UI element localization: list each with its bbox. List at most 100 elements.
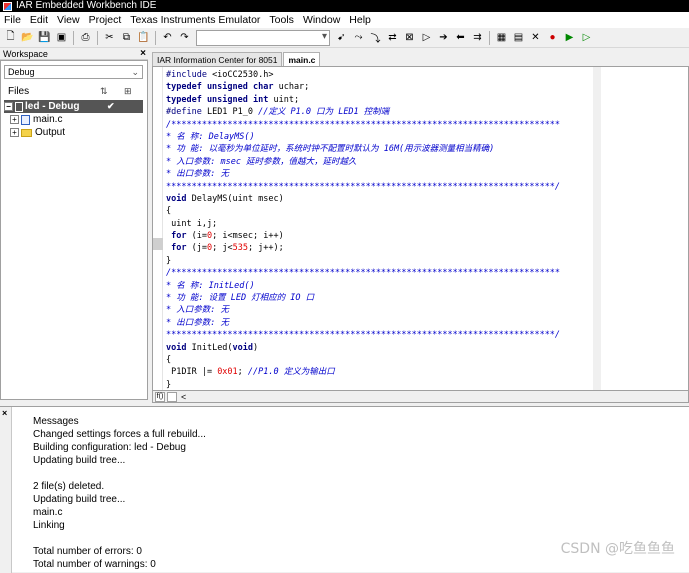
next-bookmark-icon[interactable]: ➔: [436, 30, 451, 45]
find-icon[interactable]: ➹: [334, 30, 349, 45]
code-line[interactable]: * 功 能: 以毫秒为单位延时，系统时钟不配置时默认为 16M(用示波器测量相当…: [166, 143, 596, 155]
columns-icon[interactable]: ⊞: [124, 86, 132, 97]
expand-icon[interactable]: +: [10, 128, 19, 137]
code-token: * 名 称: DelayMS(): [166, 131, 255, 142]
code-token: ; j<: [212, 243, 233, 254]
editor-gutter[interactable]: [153, 67, 163, 390]
workspace-header: Workspace ×: [0, 48, 148, 60]
code-token: DelayMS(uint msec): [186, 193, 284, 204]
tab-information-center[interactable]: IAR Information Center for 8051: [152, 52, 283, 66]
message-line: Building configuration: led - Debug: [33, 442, 186, 453]
code-line[interactable]: * 出口参数: 无: [166, 317, 596, 329]
scroll-left-icon[interactable]: <: [181, 392, 186, 402]
code-line[interactable]: * 入口参数: 无: [166, 304, 596, 316]
expand-icon[interactable]: +: [10, 115, 19, 124]
tab-main-c[interactable]: main.c: [283, 52, 321, 66]
undo-icon[interactable]: ↶: [160, 30, 175, 45]
code-line[interactable]: P1DIR |= 0x01; //P1.0 定义为输出口: [166, 366, 596, 378]
message-line: [33, 467, 206, 480]
code-line[interactable]: void InitLed(void): [166, 342, 596, 354]
goto-icon[interactable]: ⊠: [402, 30, 417, 45]
message-line: Changed settings forces a full rebuild..…: [33, 429, 206, 440]
find-next-icon[interactable]: ⤳: [351, 30, 366, 45]
split-icon[interactable]: f(): [155, 391, 165, 402]
code-editor[interactable]: #include <ioCC2530.h> typedef unsigned ch…: [152, 66, 689, 391]
code-line[interactable]: * 名 称: DelayMS(): [166, 131, 596, 143]
code-line[interactable]: uint i,j;: [166, 218, 596, 230]
make-icon[interactable]: ▤: [511, 30, 526, 45]
code-line[interactable]: #define LED1 P1_0 //定义 P1.0 口为 LED1 控制端: [166, 106, 596, 118]
code-token: ****************************************…: [166, 330, 561, 341]
code-token: (j=: [186, 243, 207, 254]
code-line[interactable]: for (j=0; j<535; j++);: [166, 242, 596, 254]
cut-icon[interactable]: ✂: [102, 30, 117, 45]
copy-icon[interactable]: ⧉: [119, 30, 134, 45]
navigate-icon[interactable]: ⇉: [470, 30, 485, 45]
code-token: //定义 P1.0 口为 LED1 控制端: [258, 107, 390, 118]
debug-without-download-icon[interactable]: ▷: [579, 30, 594, 45]
code-line[interactable]: {: [166, 354, 596, 366]
workspace-title: Workspace: [3, 49, 48, 59]
code-line[interactable]: * 功 能: 设置 LED 灯相应的 IO 口: [166, 292, 596, 304]
message-line: Total number of errors: 0: [33, 546, 142, 557]
redo-icon[interactable]: ↷: [177, 30, 192, 45]
code-line[interactable]: }: [166, 255, 596, 267]
code-token: //P1.0 定义为输出口: [247, 367, 335, 378]
menu-window[interactable]: Window: [303, 14, 340, 26]
menu-project[interactable]: Project: [89, 14, 122, 26]
code-content[interactable]: #include <ioCC2530.h> typedef unsigned ch…: [166, 69, 596, 390]
code-line[interactable]: ****************************************…: [166, 181, 596, 193]
compile-icon[interactable]: ▦: [494, 30, 509, 45]
code-line[interactable]: void DelayMS(uint msec): [166, 193, 596, 205]
replace-icon[interactable]: ⇄: [385, 30, 400, 45]
code-line[interactable]: * 出口参数: 无: [166, 168, 596, 180]
code-line[interactable]: typedef unsigned int uint;: [166, 94, 596, 106]
code-line[interactable]: }: [166, 379, 596, 390]
open-folder-icon[interactable]: 📂: [20, 30, 35, 45]
download-debug-icon[interactable]: ▶: [562, 30, 577, 45]
code-line[interactable]: {: [166, 205, 596, 217]
code-line[interactable]: for (i=0; i<msec; i++): [166, 230, 596, 242]
app-icon: [3, 1, 12, 11]
close-icon[interactable]: ×: [140, 48, 146, 60]
menu-tools[interactable]: Tools: [269, 14, 294, 26]
files-column-header: Files ⇅ ⊞: [4, 83, 143, 99]
code-line[interactable]: #include <ioCC2530.h>: [166, 69, 596, 81]
scroll-box[interactable]: [167, 391, 177, 402]
breakpoint-icon[interactable]: ●: [545, 30, 560, 45]
menu-edit[interactable]: Edit: [30, 14, 48, 26]
configuration-select[interactable]: Debug ⌄: [4, 65, 143, 79]
find-combo-box[interactable]: [196, 29, 330, 46]
code-line[interactable]: * 名 称: InitLed(): [166, 280, 596, 292]
tree-item-main-c[interactable]: + main.c: [10, 113, 62, 126]
menu-help[interactable]: Help: [349, 14, 371, 26]
code-line[interactable]: typedef unsigned char uchar;: [166, 81, 596, 93]
configuration-value: Debug: [8, 67, 35, 77]
messages-side-strip: ×: [0, 407, 12, 573]
code-line[interactable]: /***************************************…: [166, 267, 596, 279]
bookmark-icon[interactable]: ▷: [419, 30, 434, 45]
code-line[interactable]: * 入口参数: msec 延时参数，值越大，延时越久: [166, 156, 596, 168]
find-in-files-icon[interactable]: ⤵: [368, 30, 383, 45]
sort-icon[interactable]: ⇅: [100, 86, 108, 97]
save-all-icon[interactable]: ▣: [54, 30, 69, 45]
menu-file[interactable]: File: [4, 14, 21, 26]
message-line: Linking: [33, 520, 65, 531]
paste-icon[interactable]: 📋: [136, 30, 151, 45]
menu-view[interactable]: View: [57, 14, 80, 26]
collapse-icon[interactable]: −: [4, 102, 13, 111]
code-token: for: [171, 243, 187, 254]
vertical-scrollbar[interactable]: [593, 67, 601, 390]
save-icon[interactable]: 💾: [37, 30, 52, 45]
code-line[interactable]: /***************************************…: [166, 119, 596, 131]
new-file-icon[interactable]: 🗋: [3, 30, 18, 45]
horizontal-scrollbar[interactable]: f() <: [152, 391, 689, 403]
tree-item-output[interactable]: + Output: [10, 126, 65, 139]
code-line[interactable]: ****************************************…: [166, 329, 596, 341]
previous-bookmark-icon[interactable]: ⬅: [453, 30, 468, 45]
menu-ti-emulator[interactable]: Texas Instruments Emulator: [130, 14, 260, 26]
print-icon[interactable]: ⎙: [78, 30, 93, 45]
close-icon[interactable]: ×: [2, 408, 7, 418]
stop-build-icon[interactable]: ✕: [528, 30, 543, 45]
tree-item-project[interactable]: − led - Debug ✔: [4, 100, 143, 113]
